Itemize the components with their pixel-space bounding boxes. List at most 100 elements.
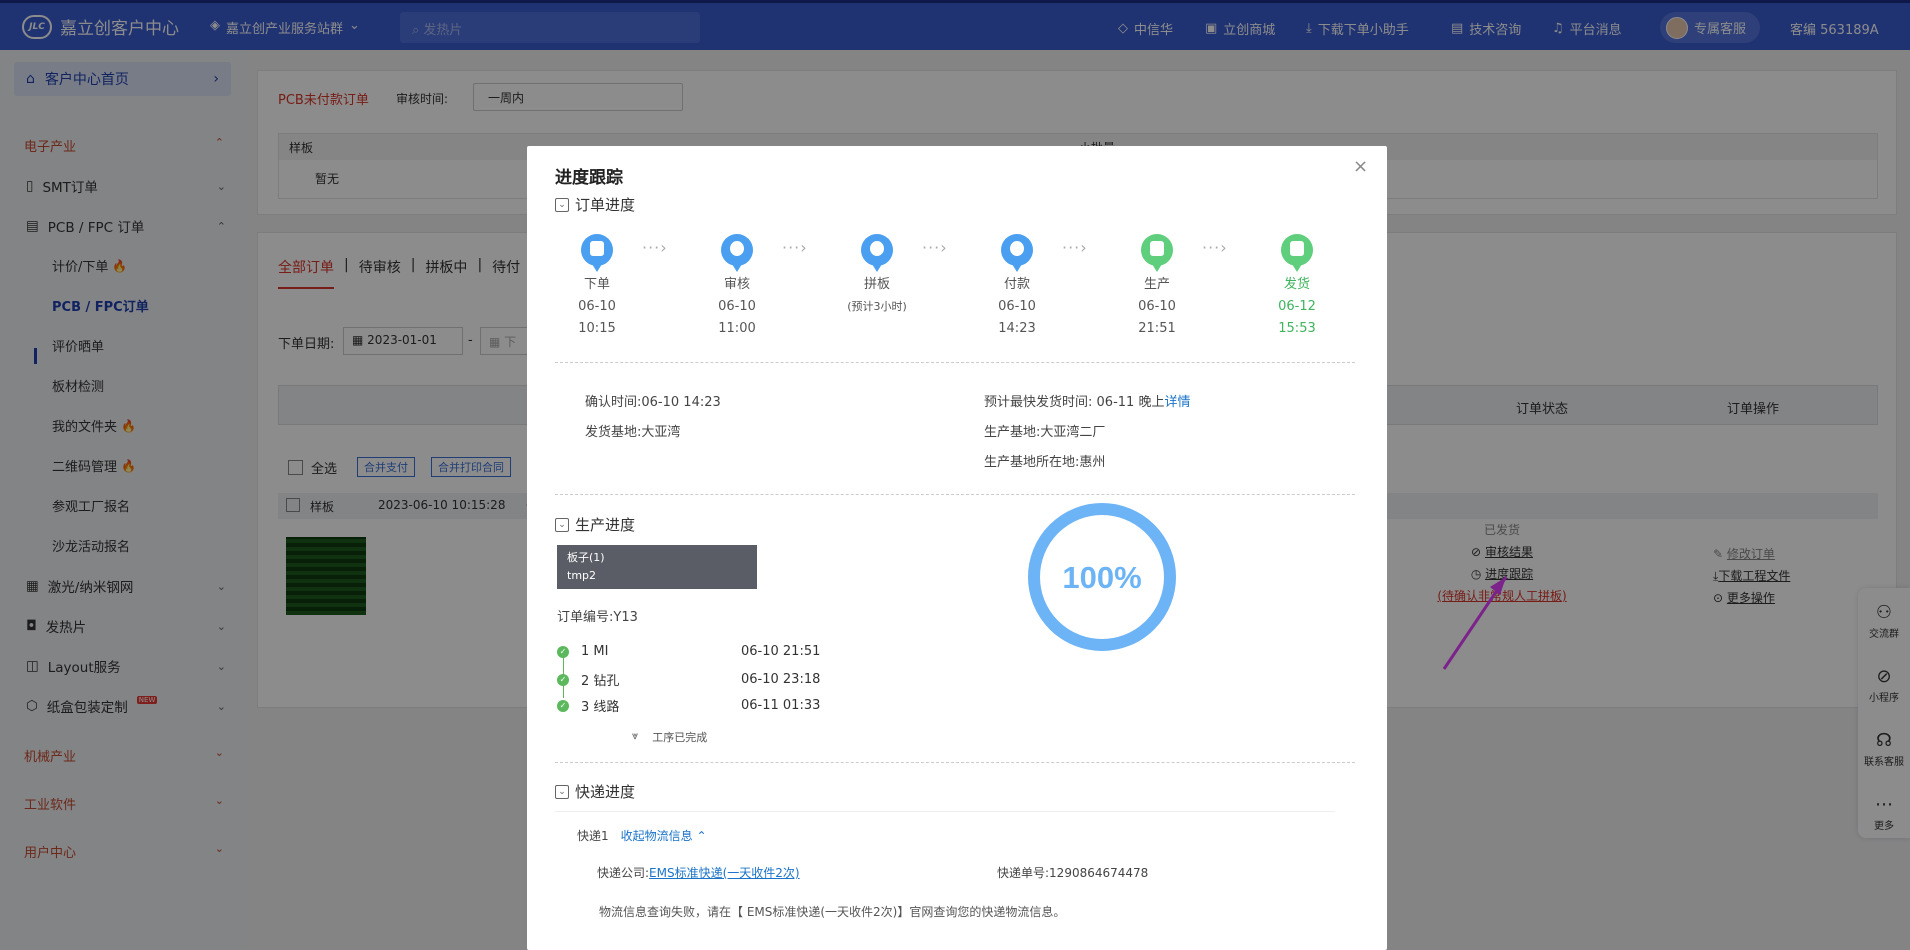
express-progress-section[interactable]: ⌄ 快递进度 — [555, 781, 635, 802]
step-arrow-icon: ···› — [922, 238, 948, 257]
section-label: 订单进度 — [575, 196, 636, 214]
process-row: ✓ 1 MI 06-10 21:51 — [557, 644, 857, 659]
step-arrow-icon: ···› — [642, 238, 668, 257]
production-progress-section[interactable]: ⌄ 生产进度 — [555, 514, 635, 535]
info-label: 生产基地所在地: — [984, 455, 1080, 470]
step-date: 06-10 — [578, 299, 616, 314]
step-date: 06-10 — [718, 299, 756, 314]
process-name: 2 钻孔 — [581, 674, 620, 689]
step-time: 14:23 — [998, 321, 1036, 336]
step-label: 付款 — [1003, 277, 1030, 292]
ship-base: 发货基地:大亚湾 — [585, 421, 680, 440]
info-value: 大亚湾二厂 — [1040, 425, 1106, 440]
express-company: 快递公司:EMS标准快递(一天收件2次) — [597, 864, 800, 881]
check-icon: ✓ — [557, 645, 569, 658]
step-label: 下单 — [583, 277, 610, 292]
truck-pin-icon — [1281, 234, 1313, 272]
info-label: 发货基地: — [585, 425, 642, 440]
step-label: 审核 — [723, 277, 750, 292]
details-link[interactable]: 详情 — [1164, 395, 1190, 410]
step-label: 拼板 — [863, 277, 890, 292]
step-order: 下单 06-10 10:15 — [552, 234, 642, 340]
process-row: ✓ 2 钻孔 06-10 23:18 — [557, 670, 857, 689]
info-label: 生产基地: — [984, 425, 1041, 440]
board-tab-1[interactable]: 板子(1) — [567, 549, 747, 567]
step-shipping: 发货 06-12 15:53 — [1252, 234, 1342, 340]
step-time: 21:51 — [1138, 321, 1176, 336]
earliest-ship: 预计最快发货时间: 06-11 晚上详情 — [984, 391, 1190, 410]
express-header: 快递1 收起物流信息 ⌃ — [577, 827, 707, 844]
step-date: 06-10 — [1138, 299, 1176, 314]
step-time: 10:15 — [578, 321, 616, 336]
process-row: ✓ 3 线路 06-11 01:33 — [557, 696, 857, 715]
order-steps: 下单 06-10 10:15 ···› 审核 06-10 11:00 ···› 拼板 (预… — [552, 234, 1352, 340]
board-tab-2[interactable]: tmp2 — [567, 567, 747, 585]
divider — [555, 811, 1335, 812]
process-name: 1 MI — [581, 644, 609, 659]
chevron-up-icon: ⌃ — [696, 829, 707, 843]
process-time: 06-10 21:51 — [741, 644, 821, 659]
step-panelize: 拼板 (预计3小时) — [832, 234, 922, 318]
express-company-link[interactable]: EMS标准快递(一天收件2次) — [649, 866, 800, 880]
info-value: 06-10 14:23 — [641, 395, 721, 410]
process-name: 3 线路 — [581, 700, 620, 715]
info-label: 订单编号: — [557, 610, 614, 625]
step-date: 06-12 — [1278, 299, 1316, 314]
info-label: 快递单号: — [997, 866, 1050, 880]
express-label: 快递1 — [577, 829, 609, 843]
info-label: 快递公司: — [597, 866, 650, 880]
chevron-down-icon: ⌄ — [555, 517, 569, 532]
order-number: 订单编号:Y13 — [557, 606, 638, 625]
check-icon: ✓ — [557, 699, 569, 712]
process-time: 06-11 01:33 — [741, 698, 821, 713]
info-value: 06-11 晚上 — [1096, 395, 1165, 410]
order-progress-section[interactable]: ⌄ 订单进度 — [555, 194, 635, 215]
chevron-down-icon: ⌄ — [555, 197, 569, 212]
divider — [555, 762, 1355, 763]
tracking-number: 快递单号:1290864674478 — [997, 864, 1148, 881]
step-date: 06-10 — [998, 299, 1036, 314]
close-icon[interactable]: × — [1353, 156, 1368, 177]
money-pin-icon — [1001, 234, 1033, 272]
progress-modal: 进度跟踪 × ⌄ 订单进度 下单 06-10 10:15 ···› 审核 06-10 11… — [527, 146, 1387, 950]
prod-base: 生产基地:大亚湾二厂 — [984, 421, 1105, 440]
divider — [555, 362, 1355, 363]
info-value: 1290864674478 — [1049, 866, 1149, 880]
person-pin-icon — [861, 234, 893, 272]
board-tabs: 板子(1) tmp2 — [557, 545, 757, 589]
step-label: 发货 — [1283, 277, 1310, 292]
factory-pin-icon — [1141, 234, 1173, 272]
step-arrow-icon: ···› — [1202, 238, 1228, 257]
process-done-label: 工序已完成 — [652, 731, 708, 744]
info-label: 预计最快发货时间: — [984, 395, 1093, 410]
double-chevron-down-icon: ⩔ — [632, 729, 639, 742]
step-time: 11:00 — [718, 321, 756, 336]
info-value: 惠州 — [1079, 455, 1106, 470]
divider — [555, 494, 1355, 495]
process-done-toggle[interactable]: ⩔ 工序已完成 — [632, 729, 707, 745]
step-review: 审核 06-10 11:00 — [692, 234, 782, 340]
chevron-down-icon: ⌄ — [555, 784, 569, 799]
step-time: 15:53 — [1278, 321, 1316, 336]
confirm-time: 确认时间:06-10 14:23 — [585, 391, 721, 410]
modal-title: 进度跟踪 — [555, 168, 623, 188]
info-label: 确认时间: — [585, 395, 642, 410]
download-pin-icon — [581, 234, 613, 272]
section-label: 生产进度 — [575, 516, 636, 534]
progress-ring: 100% — [1028, 503, 1176, 651]
info-value: 大亚湾 — [641, 425, 681, 440]
check-icon: ✓ — [557, 673, 569, 686]
collapse-logistics-link[interactable]: 收起物流信息 ⌃ — [621, 829, 707, 843]
step-date: (预计3小时) — [847, 300, 907, 313]
logistics-fail-message: 物流信息查询失败，请在【 EMS标准快递(一天收件2次)】官网查询您的快递物流信… — [599, 905, 1066, 919]
person-pin-icon — [721, 234, 753, 272]
step-arrow-icon: ···› — [1062, 238, 1088, 257]
prod-location: 生产基地所在地:惠州 — [984, 451, 1105, 470]
step-production: 生产 06-10 21:51 — [1112, 234, 1202, 340]
process-time: 06-10 23:18 — [741, 672, 821, 687]
step-label: 生产 — [1143, 277, 1170, 292]
step-payment: 付款 06-10 14:23 — [972, 234, 1062, 340]
collapse-label: 收起物流信息 — [620, 829, 693, 843]
step-arrow-icon: ···› — [782, 238, 808, 257]
info-value: Y13 — [613, 610, 638, 625]
